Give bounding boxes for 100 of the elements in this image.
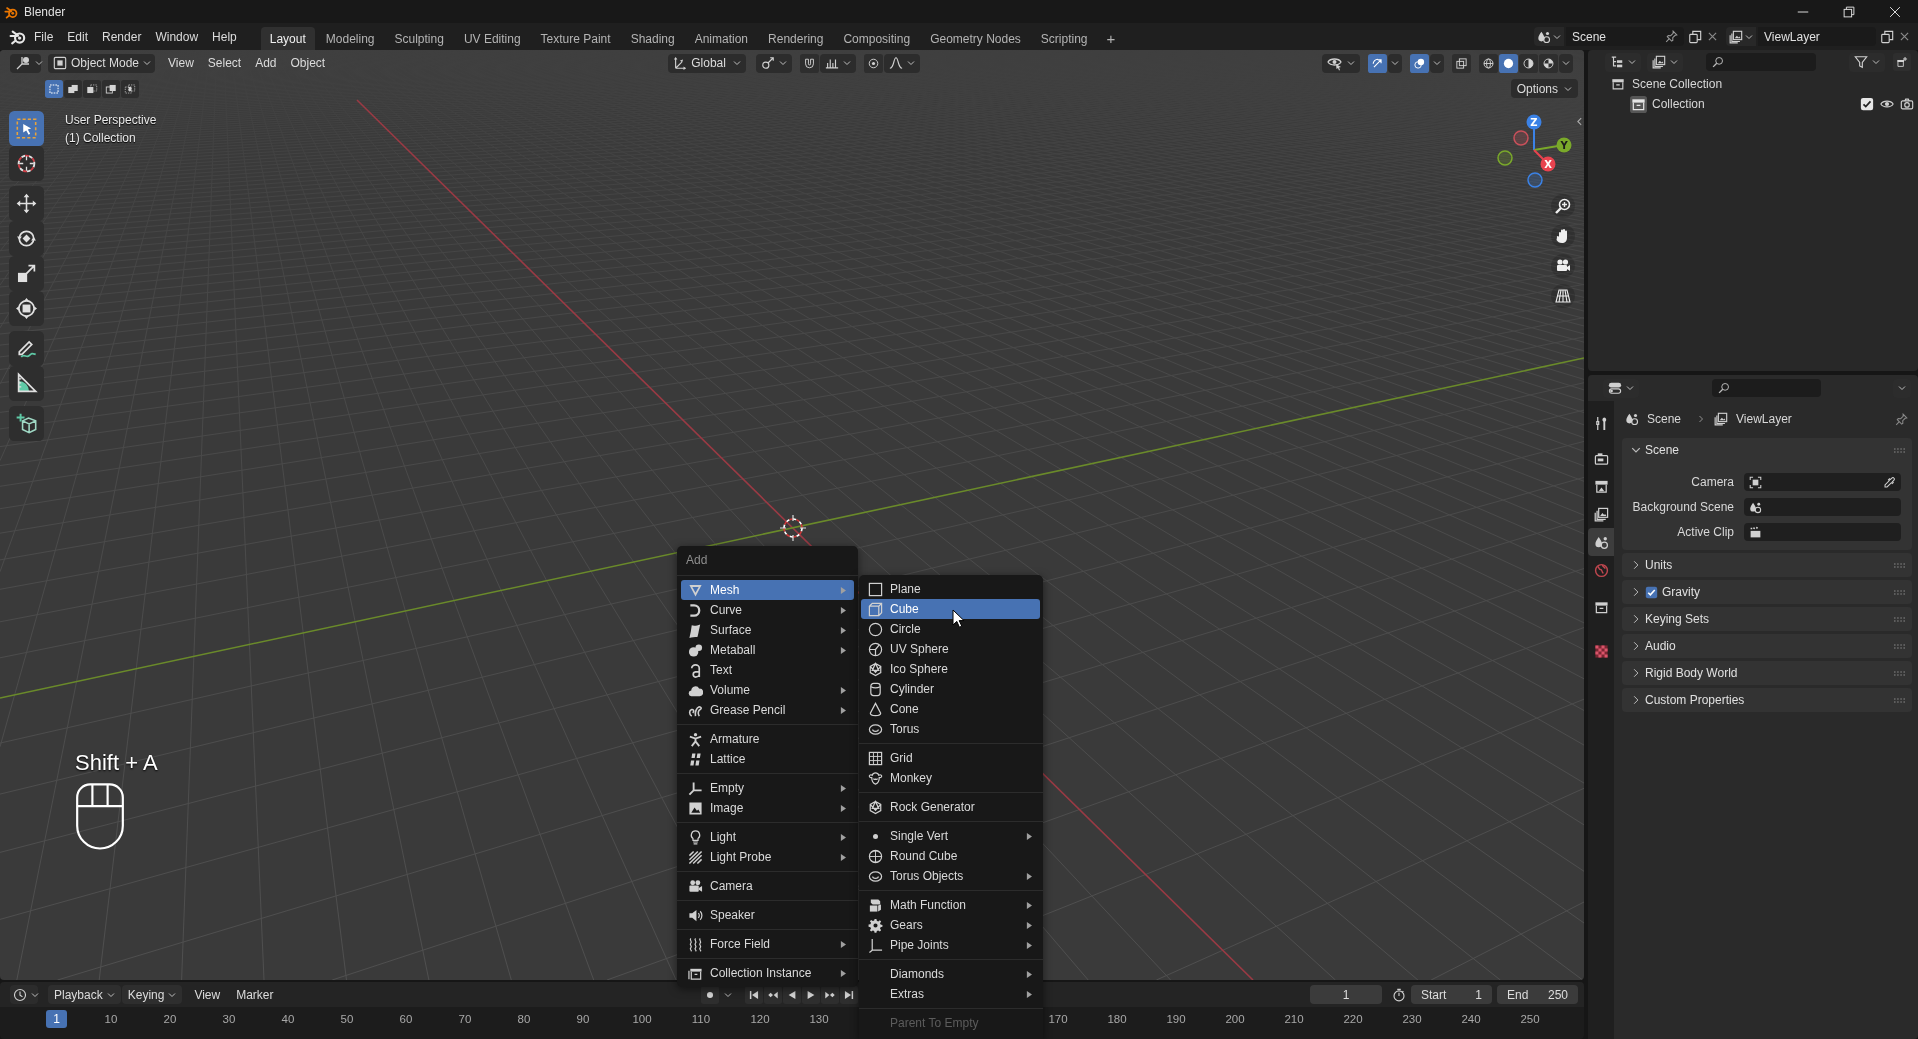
menu-item[interactable]: Collection Instance [681,963,854,983]
menu-item[interactable]: Lattice [681,749,854,769]
axis-handle[interactable]: Y [1533,137,1572,153]
add-workspace-button[interactable]: + [1098,27,1124,50]
copy-icon[interactable] [1880,29,1894,44]
tree-item[interactable]: Scene Collection [1632,77,1723,91]
menu-item[interactable]: Ico Sphere [861,659,1040,679]
menu-item[interactable]: Empty [681,778,854,798]
tree-item[interactable]: Collection [1652,97,1705,111]
restore-icon[interactable] [1843,5,1855,18]
hand-icon[interactable] [1551,224,1575,248]
start-frame-field[interactable]: Start 1 [1411,985,1492,1004]
move-icon[interactable] [9,186,44,221]
search-field[interactable] [1706,53,1816,71]
scene-name-field[interactable]: Scene [1566,27,1684,46]
drag-handle-icon[interactable] [1894,562,1905,568]
menu-item[interactable]: Cube [861,599,1040,619]
ruler-icon[interactable] [9,366,44,401]
menu-item[interactable]: Surface [681,620,854,640]
add-cube-icon[interactable] [9,406,44,441]
pin-icon[interactable] [1895,412,1908,426]
new-collection-icon[interactable] [1893,53,1911,71]
chevron-right-icon[interactable] [1631,560,1641,570]
menu-item[interactable]: Torus Objects [861,866,1040,886]
menu-item[interactable]: Metaball [681,640,854,660]
workspace-tab[interactable]: Shading [621,27,684,50]
menu-item[interactable]: Camera [681,876,854,896]
perspective-grid-icon[interactable] [1551,284,1575,308]
menu-item[interactable]: Single Vert [861,826,1040,846]
menu-item[interactable]: View [188,985,227,1004]
copy-icon[interactable] [1688,29,1702,44]
object-field[interactable] [1744,473,1901,491]
axis-handle[interactable] [1513,130,1529,146]
menu-item[interactable]: Window [148,26,206,47]
editor-type-dropdown[interactable] [10,985,38,1004]
workspace-tab[interactable]: Layout [260,27,315,50]
scene-browse-button[interactable] [1534,27,1564,46]
menu-item[interactable]: Rock Generator [861,797,1040,817]
menu-item[interactable]: UV Sphere [861,639,1040,659]
drag-handle-icon[interactable] [1894,643,1905,649]
menu-item[interactable]: Diamonds [861,964,1040,984]
axis-handle[interactable] [1527,172,1543,188]
workspace-tab[interactable]: Compositing [834,27,920,50]
menu-item[interactable]: Select [200,53,249,73]
menu-item[interactable]: Render [95,26,149,47]
camera-icon[interactable] [1900,97,1914,111]
drag-handle-icon[interactable] [1894,697,1905,703]
menu-item[interactable]: Light Probe [681,847,854,867]
menu-item[interactable]: Pipe Joints [861,935,1040,955]
filter-dropdown[interactable] [1849,52,1885,72]
chevron-down-icon[interactable] [1631,445,1641,455]
view-layer-browse-button[interactable] [1726,27,1756,46]
menu-item[interactable]: Force Field [681,934,854,954]
panel-title[interactable]: Custom Properties [1645,693,1745,707]
menu-item[interactable]: Image [681,798,854,818]
menu-item[interactable]: Cone [861,699,1040,719]
menu-item[interactable]: Curve [681,600,854,620]
menu-item[interactable]: Grease Pencil [681,700,854,720]
axis-handle[interactable] [1497,150,1513,166]
menu-item[interactable]: Plane [861,579,1040,599]
menu-item[interactable]: Round Cube [861,846,1040,866]
axis-handle[interactable]: Z [1526,114,1542,151]
chevron-right-icon[interactable] [1631,587,1641,597]
menu-item[interactable]: Circle [861,619,1040,639]
current-frame-indicator[interactable]: 1 [46,1010,67,1028]
menu-item[interactable]: Add [248,53,284,73]
zoom-icon[interactable] [1551,194,1575,218]
display-mode-dropdown[interactable] [1647,52,1683,72]
menu-item[interactable]: Keying [121,985,183,1004]
menu-item[interactable]: Playback [48,985,121,1004]
menu-item[interactable]: Help [205,26,244,47]
options-dropdown[interactable]: Options [1510,79,1578,98]
frame-field[interactable]: 1 [1310,985,1382,1004]
workspace-tab[interactable]: Texture Paint [531,27,620,50]
menu-item[interactable]: Speaker [681,905,854,925]
movie-camera-icon[interactable] [1551,254,1575,278]
chevron-right-icon[interactable] [1631,695,1641,705]
drag-handle-icon[interactable] [1894,670,1905,676]
menu-item[interactable]: Gears [861,915,1040,935]
pencil-icon[interactable] [9,331,44,366]
menu-item[interactable]: Text [681,660,854,680]
blender-logo-icon[interactable] [9,28,26,45]
axis-handle[interactable]: X [1533,149,1556,172]
select-box-icon[interactable] [9,111,44,146]
menu-item[interactable]: Mesh [681,580,854,600]
pin-icon[interactable] [1665,30,1678,43]
menu-item[interactable]: Object [283,53,333,73]
workspace-tab[interactable]: Animation [685,27,758,50]
properties-tab[interactable] [1588,528,1614,556]
workspace-tab[interactable]: Scripting [1031,27,1097,50]
jump-to-end-icon[interactable] [840,985,858,1004]
menu-item[interactable]: Torus [861,719,1040,739]
panel-title[interactable]: Keying Sets [1645,612,1710,626]
panel-title[interactable]: Rigid Body World [1645,666,1738,680]
panel-title[interactable]: Units [1645,558,1673,572]
drag-handle-icon[interactable] [1894,616,1905,622]
view-layer-name-field[interactable]: ViewLayer [1758,27,1876,46]
object-field[interactable] [1744,523,1901,541]
panel-title[interactable]: Audio [1645,639,1676,653]
menu-item[interactable]: View [161,53,201,73]
